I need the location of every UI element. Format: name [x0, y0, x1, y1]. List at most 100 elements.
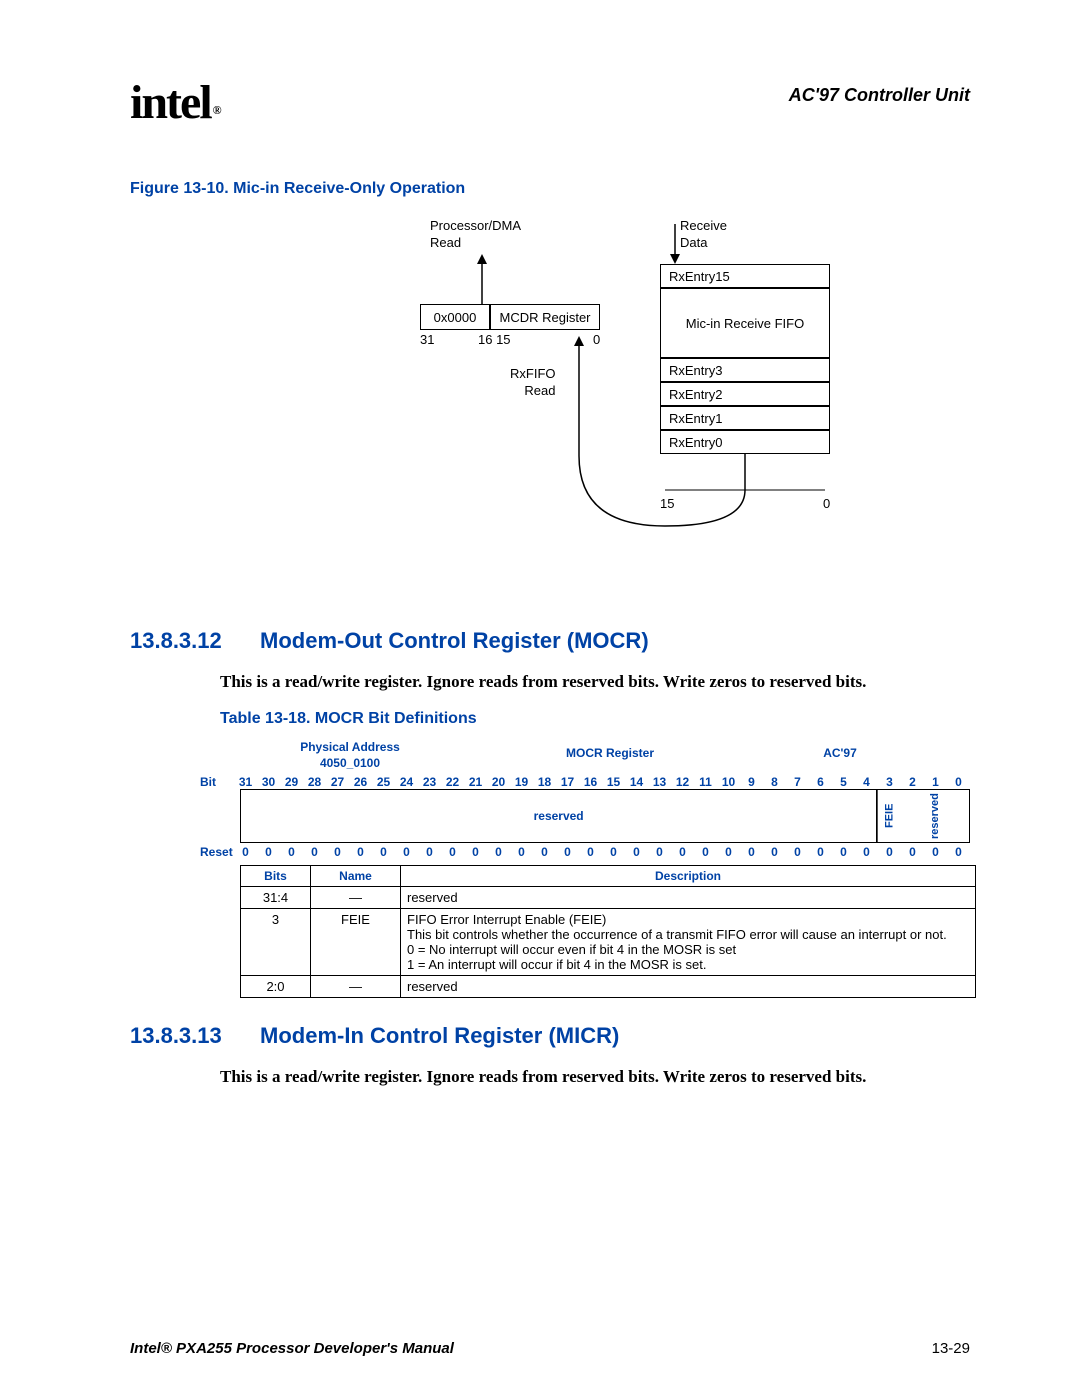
bit-num: 6 [809, 775, 832, 789]
bit-num: 30 [257, 775, 280, 789]
reset-val: 0 [372, 845, 395, 859]
bit-num: 31 [234, 775, 257, 789]
figure-diagram: Processor/DMA Read 0x0000 MCDR Register … [280, 218, 970, 598]
table-row: 2:0—reserved [241, 976, 976, 998]
reset-val: 0 [924, 845, 947, 859]
reset-val: 0 [395, 845, 418, 859]
reset-val: 0 [602, 845, 625, 859]
reset-val: 0 [648, 845, 671, 859]
bit-num: 25 [372, 775, 395, 789]
bit-num: 21 [464, 775, 487, 789]
bit-num: 11 [694, 775, 717, 789]
bit-description-table: Bits Name Description 31:4—reserved3FEIE… [240, 865, 976, 998]
reset-val: 0 [303, 845, 326, 859]
intel-logo: intel® [130, 75, 218, 130]
bit-num: 14 [625, 775, 648, 789]
reset-val: 0 [280, 845, 303, 859]
reset-val: 0 [832, 845, 855, 859]
chapter-title: AC'97 Controller Unit [789, 75, 970, 106]
phys-addr: Physical Address4050_0100 [230, 740, 470, 771]
bit-num: 0 [947, 775, 970, 789]
reset-val: 0 [579, 845, 602, 859]
section-body-mocr: This is a read/write register. Ignore re… [220, 672, 970, 692]
field-reserved-low: reserved [901, 790, 969, 842]
bit-num: 7 [786, 775, 809, 789]
bit-num: 5 [832, 775, 855, 789]
curve-arrow-icon [575, 396, 835, 536]
bit-num: 18 [533, 775, 556, 789]
reset-val: 0 [878, 845, 901, 859]
label-31: 31 [420, 332, 434, 347]
bit-num: 29 [280, 775, 303, 789]
reg-unit: AC'97 [750, 740, 930, 771]
reset-val: 0 [740, 845, 763, 859]
bit-num: 24 [395, 775, 418, 789]
box-0x0000: 0x0000 [420, 304, 490, 330]
reset-row: Reset 00000000000000000000000000000000 [200, 845, 970, 859]
reset-val: 0 [349, 845, 372, 859]
reset-val: 0 [763, 845, 786, 859]
reset-val: 0 [809, 845, 832, 859]
section-number: 13.8.3.13 [130, 1023, 220, 1049]
label-rxfifo-read: RxFIFO Read [510, 366, 556, 400]
bit-num: 9 [740, 775, 763, 789]
section-title: Modem-Out Control Register (MOCR) [260, 628, 649, 654]
reset-val: 0 [533, 845, 556, 859]
reset-val: 0 [510, 845, 533, 859]
table-caption-mocr: Table 13-18. MOCR Bit Definitions [220, 710, 970, 728]
section-heading-micr: 13.8.3.13 Modem-In Control Register (MIC… [130, 1023, 970, 1049]
bit-num: 15 [602, 775, 625, 789]
bit-num: 4 [855, 775, 878, 789]
bit-num: 1 [924, 775, 947, 789]
label-16-15: 16 15 [478, 332, 511, 347]
reset-val: 0 [786, 845, 809, 859]
bit-name-row: reserved FEIE reserved [240, 789, 970, 843]
table-row: 3FEIEFIFO Error Interrupt Enable (FEIE) … [241, 909, 976, 976]
bit-num: 20 [487, 775, 510, 789]
bit-num: 27 [326, 775, 349, 789]
reset-val: 0 [257, 845, 280, 859]
label-proc-dma: Processor/DMA Read [430, 218, 521, 252]
col-desc: Description [401, 866, 976, 887]
reset-val: 0 [464, 845, 487, 859]
reset-val: 0 [326, 845, 349, 859]
figure-caption: Figure 13-10. Mic-in Receive-Only Operat… [130, 180, 970, 198]
reset-val: 0 [625, 845, 648, 859]
reset-val: 0 [556, 845, 579, 859]
label-receive-data: Receive Data [680, 218, 727, 252]
reg-name: MOCR Register [470, 740, 750, 771]
box-mcdr: MCDR Register [490, 304, 600, 330]
box-rxentry15: RxEntry15 [660, 264, 830, 288]
label-0: 0 [593, 332, 600, 347]
reset-val: 0 [694, 845, 717, 859]
section-title: Modem-In Control Register (MICR) [260, 1023, 619, 1049]
bit-num: 10 [717, 775, 740, 789]
bit-num: 3 [878, 775, 901, 789]
section-number: 13.8.3.12 [130, 628, 220, 654]
bit-num: 13 [648, 775, 671, 789]
bit-number-row: Bit 313029282726252423222120191817161514… [200, 775, 970, 789]
bit-num: 26 [349, 775, 372, 789]
bit-num: 16 [579, 775, 602, 789]
reset-val: 0 [487, 845, 510, 859]
reset-val: 0 [671, 845, 694, 859]
reset-val: 0 [947, 845, 970, 859]
bit-num: 2 [901, 775, 924, 789]
footer-page: 13-29 [932, 1340, 970, 1357]
bit-num: 8 [763, 775, 786, 789]
col-name: Name [311, 866, 401, 887]
reset-val: 0 [441, 845, 464, 859]
reset-val: 0 [717, 845, 740, 859]
arrow-down-icon [668, 224, 682, 264]
section-body-micr: This is a read/write register. Ignore re… [220, 1067, 970, 1087]
col-bits: Bits [241, 866, 311, 887]
reset-val: 0 [855, 845, 878, 859]
bit-num: 12 [671, 775, 694, 789]
bit-num: 17 [556, 775, 579, 789]
arrow-up-icon-2 [572, 336, 586, 400]
reset-val: 0 [901, 845, 924, 859]
field-reserved-high: reserved [241, 790, 877, 842]
arrow-up-icon [475, 254, 489, 304]
box-rxentry3: RxEntry3 [660, 358, 830, 382]
box-micin-fifo: Mic-in Receive FIFO [660, 288, 830, 358]
